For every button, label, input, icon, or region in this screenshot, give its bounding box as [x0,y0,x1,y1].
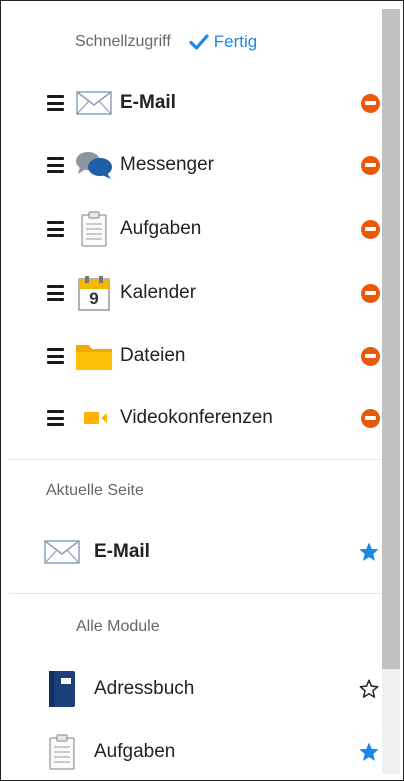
quick-access-item-messenger[interactable]: Messenger [9,142,382,188]
done-button[interactable]: Fertig [189,32,257,52]
quick-access-header: Schnellzugriff Fertig [9,27,382,57]
current-page-item-email[interactable]: E-Mail [9,529,382,575]
quick-access-panel: Schnellzugriff Fertig E-Mail Messenger A… [0,0,404,781]
quick-access-item-files[interactable]: Dateien [9,333,382,379]
folder-icon [74,341,114,371]
drag-handle-icon[interactable] [47,221,64,237]
current-page-title: Aktuelle Seite [46,482,144,499]
envelope-icon [74,91,114,115]
remove-icon[interactable] [361,408,380,428]
star-outline-icon[interactable] [358,678,380,700]
quick-access-title: Schnellzugriff [75,33,171,50]
all-modules-title: Alle Module [76,618,160,635]
clipboard-icon [74,211,114,247]
quick-access-item-label: Messenger [120,154,214,175]
envelope-icon [44,540,80,564]
quick-access-item-label: E-Mail [120,92,176,113]
clipboard-icon [44,734,80,770]
quick-access-item-label: Dateien [120,345,186,366]
checkmark-icon [189,34,209,50]
all-modules-header: Alle Module [9,612,382,642]
section-divider [9,459,382,460]
drag-handle-icon[interactable] [47,410,64,426]
menu-content: Schnellzugriff Fertig E-Mail Messenger A… [9,9,382,774]
calendar-day: 9 [89,289,99,308]
scrollbar-thumb[interactable] [382,9,400,669]
quick-access-item-video-conference[interactable]: Videokonferenzen [9,395,382,441]
done-label: Fertig [213,32,258,51]
module-item-address-book[interactable]: Adressbuch [9,666,382,712]
chat-bubbles-icon [74,149,114,181]
current-page-header: Aktuelle Seite [9,476,382,506]
remove-icon[interactable] [361,93,380,113]
quick-access-item-label: Videokonferenzen [120,407,273,428]
drag-handle-icon[interactable] [47,157,64,173]
module-item-label: Adressbuch [94,678,195,699]
drag-handle-icon[interactable] [47,285,64,301]
current-page-label: E-Mail [94,541,150,562]
remove-icon[interactable] [361,283,380,303]
address-book-icon [44,670,80,708]
quick-access-item-calendar[interactable]: 9 Kalender [9,270,382,316]
quick-access-item-label: Aufgaben [120,218,202,239]
remove-icon[interactable] [361,219,380,239]
quick-access-item-tasks[interactable]: Aufgaben [9,206,382,252]
star-filled-icon[interactable] [358,541,380,563]
remove-icon[interactable] [361,346,380,366]
quick-access-item-email[interactable]: E-Mail [9,80,382,126]
drag-handle-icon[interactable] [47,348,64,364]
calendar-icon: 9 [74,275,114,311]
remove-icon[interactable] [361,155,380,175]
drag-handle-icon[interactable] [47,95,64,111]
scrollbar[interactable] [382,9,400,774]
module-item-tasks[interactable]: Aufgaben [9,729,382,774]
video-camera-icon [74,408,114,428]
quick-access-item-label: Kalender [120,282,197,303]
star-filled-icon[interactable] [358,741,380,763]
module-item-label: Aufgaben [94,741,176,762]
section-divider [9,593,382,594]
